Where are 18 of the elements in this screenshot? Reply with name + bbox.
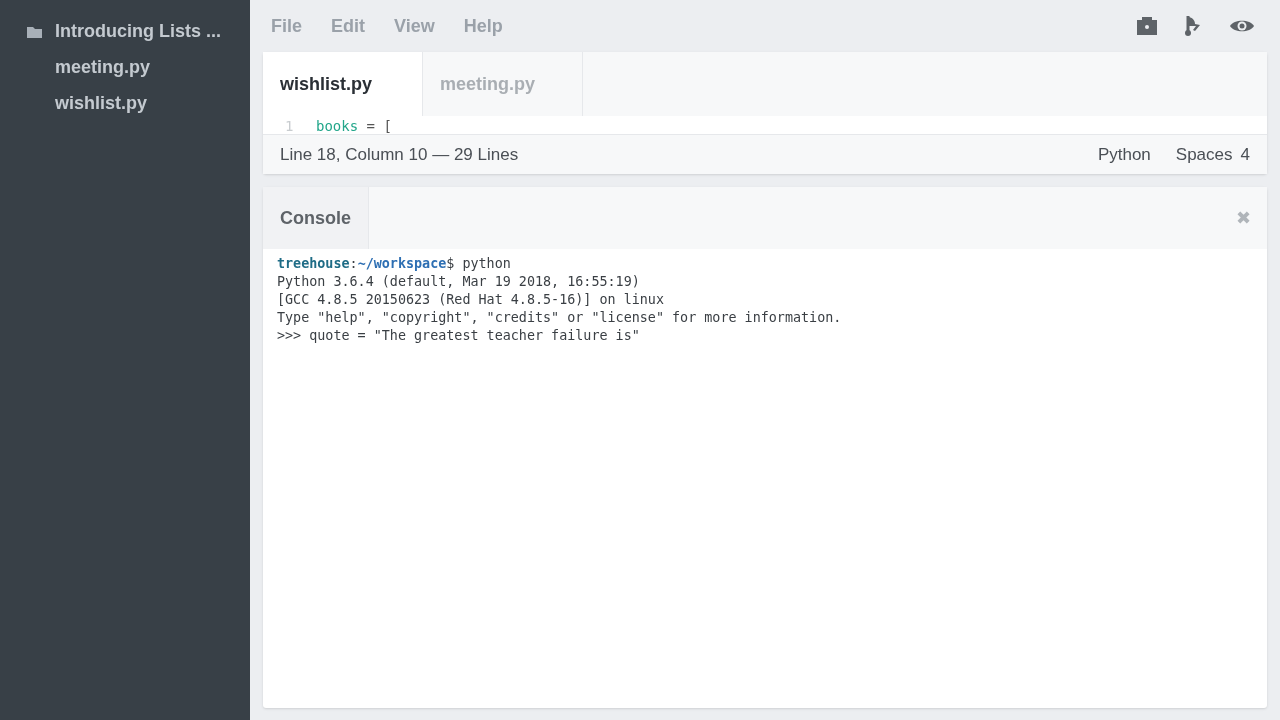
indent-label[interactable]: Spaces: [1175, 141, 1233, 168]
sidebar-filename[interactable]: meeting.py: [55, 54, 151, 81]
language-label[interactable]: Python: [1097, 141, 1151, 168]
sidebar-filename[interactable]: wishlist.py: [55, 90, 148, 117]
console-line: [GCC 4.8.5 20150623 (Red Hat 4.8.5-16)] on linux: [277, 291, 665, 309]
console-prompt: treehouse:~/workspace$ python: [277, 255, 512, 273]
console-line: Python 3.6.4 (default, Mar 19 2018, 16:55:19): [277, 273, 641, 291]
folder-name[interactable]: Introducing Lists ...: [55, 18, 221, 45]
cursor-position: Line 18, Column 10 — 29 Lines: [280, 143, 519, 166]
console-line: >>> quote = "The greatest teacher failure is": [277, 327, 641, 345]
camera-icon[interactable]: [1135, 16, 1159, 36]
folder-icon: [26, 24, 43, 39]
code-line: books = [: [316, 118, 392, 134]
indent-size[interactable]: 4: [1240, 141, 1250, 168]
console-tab[interactable]: Console: [263, 187, 369, 249]
flag-icon[interactable]: [1185, 15, 1203, 37]
file-tab[interactable]: wishlist.py: [263, 52, 423, 116]
console-line: Type "help", "copyright", "credits" or "license" for more information.: [277, 309, 843, 327]
